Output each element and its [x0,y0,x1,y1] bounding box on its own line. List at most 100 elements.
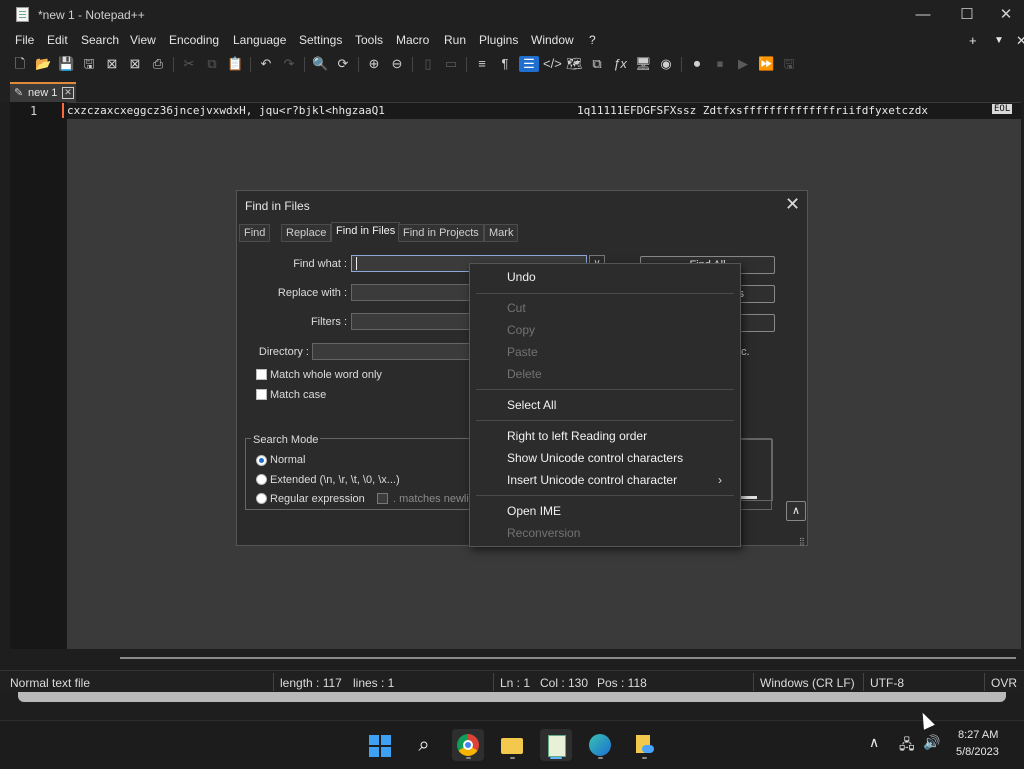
menu-view[interactable]: View [130,33,156,47]
new-tab-plus-icon[interactable]: + [969,33,977,48]
redo-icon[interactable]: ↷ [281,56,297,72]
horizontal-scrollbar[interactable] [120,657,1016,659]
menu-run[interactable]: Run [444,33,466,47]
function-list-icon[interactable]: ƒx [612,56,628,72]
tray-chevron-up-icon[interactable]: ∧ [869,734,879,751]
collapse-up-button[interactable]: ∧ [786,501,806,521]
play-macro-icon[interactable]: ▶ [735,56,751,72]
save-all-icon[interactable]: 🖫 [81,56,97,72]
status-insert-mode[interactable]: OVR [991,676,1017,690]
tab-close-icon[interactable]: ✕ [62,87,74,99]
record-macro-icon[interactable]: ⏺ [689,56,705,72]
menu-delete[interactable]: Delete [507,367,542,381]
xml-tag-icon[interactable]: </> [543,56,562,72]
clock-date[interactable]: 5/8/2023 [956,746,999,758]
maximize-button[interactable]: ☐ [944,0,990,30]
extended-mode-radio[interactable] [256,474,267,485]
notepadpp-app-icon[interactable] [16,7,29,22]
folder-as-workspace-icon[interactable]: 🖥 [635,56,652,72]
chrome-taskbar-button[interactable] [452,729,484,761]
document-map-icon[interactable]: 🗺 [566,56,583,72]
menu-paste[interactable]: Paste [507,345,538,359]
status-eol-format[interactable]: Windows (CR LF) [760,676,855,690]
app-taskbar-button[interactable] [628,729,660,761]
find-icon[interactable]: 🔍 [312,56,328,72]
match-case-checkbox[interactable] [256,389,267,400]
file-explorer-taskbar-button[interactable] [496,729,528,761]
paste-icon[interactable]: 📋 [227,56,243,72]
close-all-icon[interactable]: ⊠ [127,56,143,72]
match-whole-word-checkbox[interactable] [256,369,267,380]
tab-mark[interactable]: Mark [484,224,519,242]
replace-icon[interactable]: ⟳ [335,56,351,72]
resize-grip-icon[interactable]: ⣿ [799,537,805,546]
minimize-button[interactable]: — [900,0,946,30]
print-icon[interactable]: ⎙ [150,56,166,72]
run-macro-multiple-icon[interactable]: ⏩ [758,56,774,72]
menu-tools[interactable]: Tools [355,33,383,47]
zoom-in-icon[interactable]: ⊕ [366,56,382,72]
normal-mode-radio[interactable] [256,455,267,466]
menu-right-to-left[interactable]: Right to left Reading order [507,429,647,443]
menu-search[interactable]: Search [81,33,119,47]
menu-edit[interactable]: Edit [47,33,68,47]
open-file-icon[interactable]: 📂 [35,56,51,72]
close-document-icon[interactable]: ✕ [1016,33,1024,49]
menu-file[interactable]: File [15,33,34,47]
line-number-gutter [10,102,67,649]
menu-open-ime[interactable]: Open IME [507,504,561,518]
status-encoding[interactable]: UTF-8 [870,676,904,690]
clock-time[interactable]: 8:27 AM [958,729,998,741]
close-window-button[interactable]: ✕ [988,0,1024,30]
show-all-characters-icon[interactable]: ¶ [497,56,513,72]
menu-macro[interactable]: Macro [396,33,429,47]
save-macro-icon[interactable]: 🖫 [781,56,797,72]
menu-language[interactable]: Language [233,33,286,47]
menu-settings[interactable]: Settings [299,33,342,47]
menu-encoding[interactable]: Encoding [169,33,219,47]
monitoring-icon[interactable]: ◉ [658,56,674,72]
sync-horizontal-icon[interactable]: ▭ [443,56,459,72]
editor-line-text[interactable]: cxzczaxcxeggcz36jncejvxwdxH, jqu<r?bjkl<… [67,104,385,117]
menu-insert-unicode[interactable]: Insert Unicode control character [507,473,677,487]
menu-cut[interactable]: Cut [507,301,526,315]
edge-taskbar-button[interactable] [584,729,616,761]
close-icon[interactable]: ⊠ [104,56,120,72]
tab-list-dropdown-icon[interactable]: ▼ [994,35,1004,46]
editor-line-text-continued[interactable]: 1q11111EFDGFSFXssz Zdtfxsffffffffffffffr… [577,104,928,117]
title-bar: *new 1 - Notepad++ — ☐ ✕ [0,0,1024,30]
indent-guide-icon[interactable]: ☰ [519,56,539,72]
zoom-out-icon[interactable]: ⊖ [389,56,405,72]
tab-new-1[interactable]: ✎ new 1 ✕ [10,82,76,102]
dialog-close-button[interactable]: ✕ [785,194,800,215]
menu-help[interactable]: ? [589,33,596,47]
sync-vertical-icon[interactable]: ▯ [420,56,436,72]
word-wrap-icon[interactable]: ≡ [474,56,490,72]
network-icon[interactable]: 🖧 [899,734,915,758]
notepadpp-taskbar-button[interactable] [540,729,572,761]
menu-plugins[interactable]: Plugins [479,33,518,47]
tab-find-in-files[interactable]: Find in Files [331,222,401,242]
start-button[interactable] [364,729,396,761]
undo-icon[interactable]: ↶ [258,56,274,72]
tab-replace[interactable]: Replace [281,224,332,242]
volume-icon[interactable]: 🔊 [923,734,940,751]
menu-select-all[interactable]: Select All [507,398,556,412]
document-list-icon[interactable]: ⧉ [589,56,605,72]
dot-matches-newline-checkbox[interactable] [377,493,388,504]
search-icon[interactable]: ⌕ [408,729,440,761]
cut-icon[interactable]: ✂ [181,56,197,72]
tab-find-in-projects[interactable]: Find in Projects [398,224,484,242]
transparency-slider[interactable] [741,496,757,499]
regex-mode-radio[interactable] [256,493,267,504]
menu-undo[interactable]: Undo [507,270,536,284]
menu-copy[interactable]: Copy [507,323,535,337]
new-file-icon[interactable]: 🗋 [12,56,28,72]
tab-find[interactable]: Find [239,224,271,242]
menu-reconversion[interactable]: Reconversion [507,526,580,540]
stop-macro-icon[interactable]: ⏹ [712,56,728,72]
copy-icon[interactable]: ⧉ [204,56,220,72]
menu-window[interactable]: Window [531,33,574,47]
save-icon[interactable]: 💾 [58,56,74,72]
menu-show-unicode[interactable]: Show Unicode control characters [507,451,683,465]
